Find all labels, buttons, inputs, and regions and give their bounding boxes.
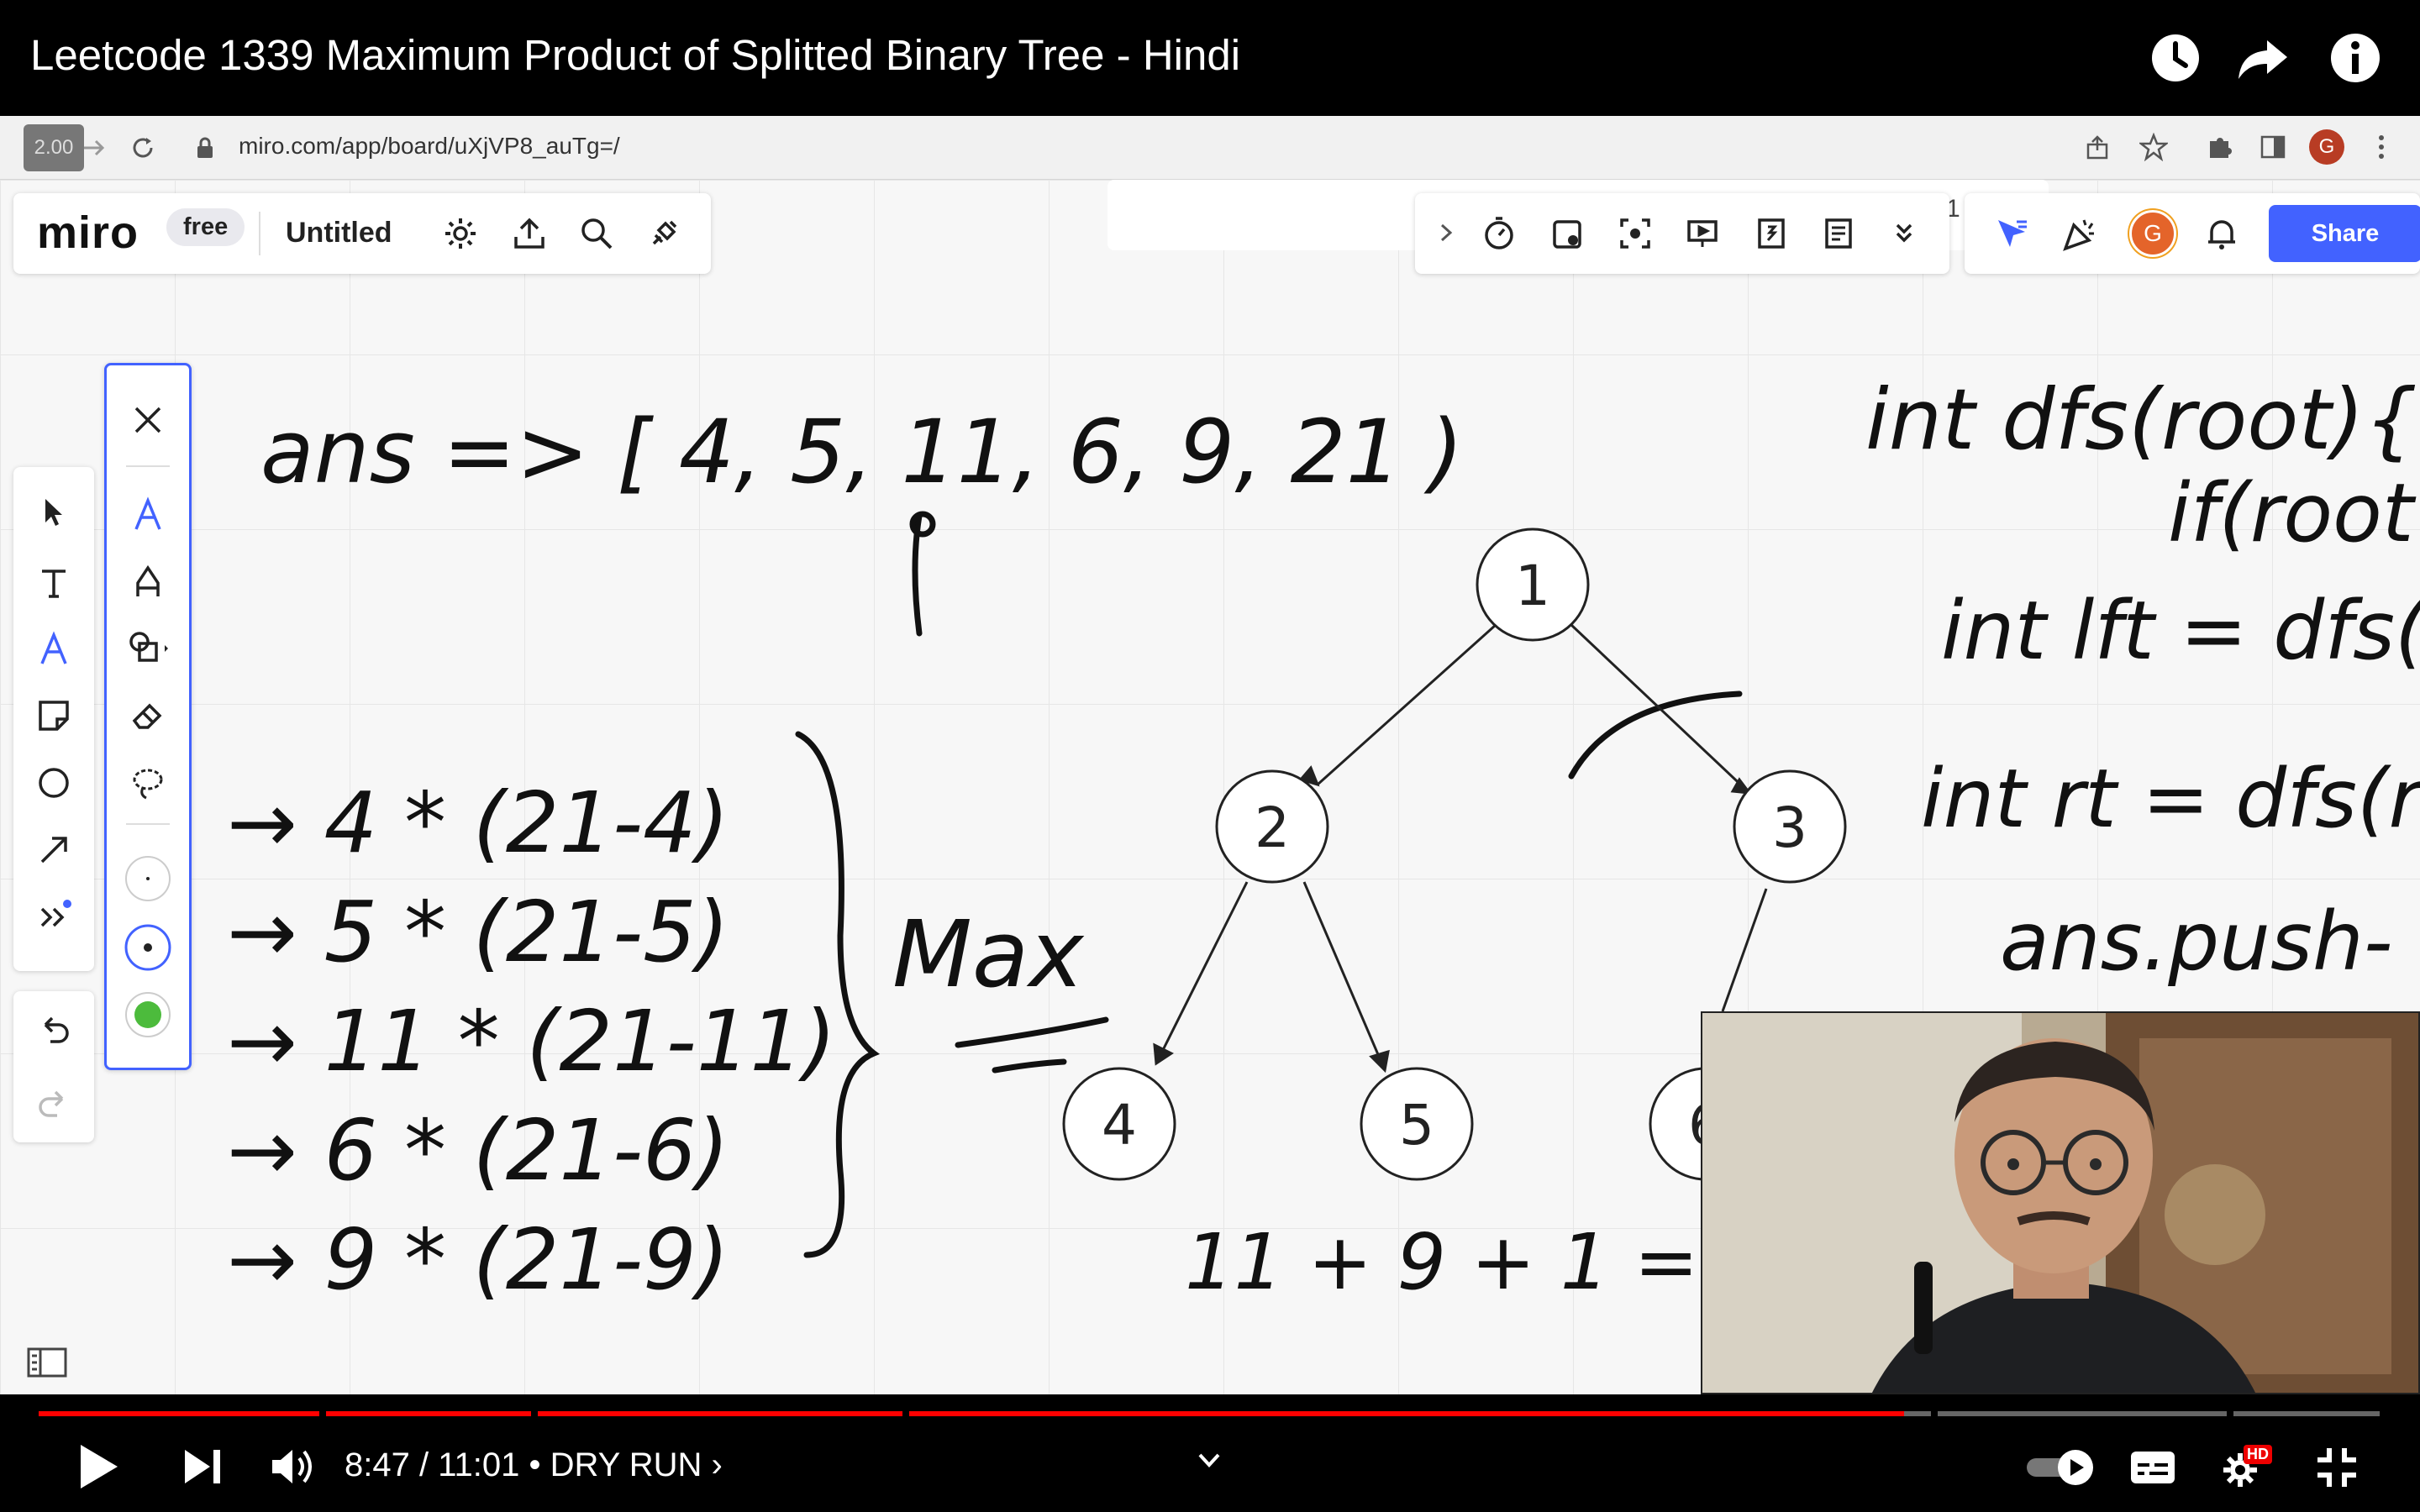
tree-node-4-label: 4	[1102, 1093, 1137, 1158]
watch-later-icon[interactable]	[2148, 30, 2203, 86]
autoplay-toggle[interactable]	[2023, 1446, 2099, 1488]
ans-array-line: ans => [ 4, 5, 11, 6, 9, 21 )	[260, 401, 1463, 503]
chapter-gap	[902, 1410, 909, 1418]
chapter-gap	[1931, 1410, 1938, 1418]
product-line-3: → 11 * (21-11)	[227, 992, 836, 1090]
chevron-down-icon[interactable]	[1197, 1450, 1222, 1470]
max-underline-1	[955, 1016, 1109, 1048]
product-line-4: → 6 * (21-6)	[227, 1101, 729, 1200]
browser-menu-icon[interactable]	[2371, 133, 2391, 161]
volume-icon[interactable]	[269, 1445, 316, 1488]
play-icon[interactable]	[76, 1441, 121, 1492]
reload-icon[interactable]	[129, 134, 156, 161]
progress-played	[39, 1411, 1904, 1416]
code-line-2: if(root	[2168, 466, 2417, 560]
browser-profile-avatar[interactable]: G	[2309, 129, 2344, 165]
share-icon[interactable]	[2235, 30, 2291, 86]
product-line-1: → 4 * (21-4)	[227, 774, 729, 872]
duration: 11:01	[438, 1446, 520, 1483]
lock-icon	[197, 137, 213, 158]
current-time: 8:47	[345, 1446, 410, 1483]
chapter-gap	[531, 1410, 538, 1418]
tree-node-1-label: 1	[1515, 554, 1550, 618]
max-underline-2	[992, 1058, 1067, 1074]
code-line-4: int rt = dfs(r	[1921, 752, 2420, 846]
extensions-icon[interactable]	[2205, 133, 2233, 161]
code-line-1: int dfs(root){	[1865, 370, 2417, 469]
install-icon[interactable]	[2084, 134, 2111, 161]
time-display[interactable]: 8:47 / 11:01 • DRY RUN ›	[345, 1446, 723, 1484]
chapter-title[interactable]: • DRY RUN ›	[519, 1446, 722, 1483]
video-title[interactable]: Leetcode 1339 Maximum Product of Splitte…	[30, 30, 1240, 80]
hd-badge: HD	[2244, 1445, 2272, 1464]
webcam-overlay	[1701, 1011, 2420, 1394]
code-line-5: ans.push-	[2000, 895, 2392, 989]
presenter-video	[1702, 1013, 2418, 1393]
max-label: Max	[892, 900, 1085, 1008]
address-bar-url[interactable]: miro.com/app/board/uXjVP8_auTg=/	[239, 133, 620, 160]
bookmark-star-icon[interactable]	[2139, 133, 2168, 161]
time-separator: /	[409, 1446, 439, 1483]
tree-node-5-label: 5	[1399, 1093, 1434, 1158]
sidepanel-icon[interactable]	[2259, 133, 2287, 161]
subtitles-icon[interactable]	[2129, 1448, 2176, 1487]
product-line-5: → 9 * (21-9)	[227, 1210, 729, 1309]
exit-fullscreen-icon[interactable]	[2314, 1445, 2360, 1490]
tree-node-2-label: 2	[1255, 795, 1290, 860]
next-video-icon[interactable]	[182, 1446, 224, 1487]
product-line-2: → 5 * (21-5)	[227, 883, 729, 981]
chapter-gap	[2227, 1410, 2233, 1418]
playback-speed-badge: 2.00	[24, 124, 84, 171]
info-icon[interactable]	[2328, 30, 2383, 86]
forward-icon[interactable]	[81, 134, 108, 161]
tree-node-3-label: 3	[1772, 795, 1807, 860]
chapter-gap	[319, 1410, 326, 1418]
split-cut-mark	[1568, 690, 1743, 780]
code-line-3: int lft = dfs(r	[1941, 584, 2420, 678]
